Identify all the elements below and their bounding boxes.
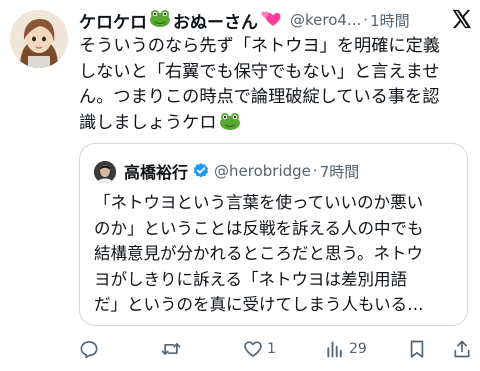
quoted-tweet-text: 「ネトウヨという言葉を使っていいのか悪い のか」ということは反戦を訴える人の中で…: [94, 190, 456, 318]
bookmark-icon: [410, 340, 424, 358]
two-hearts-icon: [260, 8, 282, 32]
like-count: 1: [267, 341, 276, 357]
retweet-icon: [161, 343, 181, 355]
author-display-name-suffix[interactable]: おぬーさん: [173, 8, 258, 33]
quoted-text-line: ヨがしきりに訴える「ネトウヨは差別用語: [94, 269, 408, 289]
tweet-text: そういうのなら先ず「ネトウヨ」を明確に定義 しないと「右翼でも保守でもない」と言…: [79, 34, 474, 139]
avatar-illustration-icon: [10, 10, 68, 68]
quoted-text-line: だ」というのを真に受けてしまう人もいる…: [94, 295, 424, 314]
share-upload-icon: [454, 340, 470, 358]
tweet-text-line: そういうのなら先ず「ネトウヨ」を明確に定義: [79, 36, 440, 56]
quoted-tweet-timestamp[interactable]: 7時間: [320, 161, 360, 182]
bookmark-button[interactable]: [407, 337, 427, 361]
reply-icon: [80, 341, 98, 359]
quoted-text-line: のか」ということは反戦を訴える人の中でも: [94, 218, 424, 238]
tweet-text-line: ん。つまりこの時点で論理破綻している事を認: [79, 87, 440, 107]
author-avatar[interactable]: [10, 10, 68, 68]
quoted-tweet-card[interactable]: 高橋裕行 @herobridge · 7時間 「ネトウヨという言葉を使っていいの…: [79, 143, 468, 326]
tweet-header: ケロケロ おぬーさん @kero4... · 1時間: [79, 6, 474, 34]
quoted-author-display-name[interactable]: 高橋裕行: [124, 159, 188, 183]
share-button[interactable]: [452, 337, 472, 361]
tweet-text-line-content: 識しましょうケロ: [79, 112, 217, 133]
views-chart-icon: [327, 341, 342, 358]
retweet-button[interactable]: [161, 337, 185, 361]
tweet-action-bar: 1 29: [79, 337, 474, 361]
heart-icon: [244, 341, 262, 357]
like-button[interactable]: 1: [243, 337, 276, 361]
quoted-text-line: 結構意見が分かれるところだと思う。ネトウ: [94, 244, 424, 263]
x-logo-icon: [452, 9, 472, 29]
separator-dot: ·: [312, 162, 318, 180]
avatar-photo-icon: [94, 161, 116, 183]
reply-button[interactable]: [79, 337, 103, 361]
views-count: 29: [349, 341, 367, 357]
frog-icon: [219, 111, 241, 140]
author-handle[interactable]: @kero4...: [290, 11, 361, 29]
quoted-tweet-header: 高橋裕行 @herobridge · 7時間: [124, 158, 359, 184]
frog-icon: [149, 8, 171, 32]
author-display-name[interactable]: ケロケロ: [79, 8, 147, 33]
verified-badge-icon: [193, 163, 209, 178]
quoted-author-handle[interactable]: @herobridge: [214, 162, 311, 180]
tweet-timestamp[interactable]: 1時間: [370, 10, 410, 31]
tweet-text-line: しないと「右翼でも保守でもない」と言えませ: [79, 61, 440, 82]
views-button[interactable]: 29: [325, 337, 367, 361]
quoted-author-avatar[interactable]: [94, 161, 116, 183]
tweet-text-line: 識しましょうケロ: [79, 111, 474, 140]
separator-dot: ·: [363, 11, 369, 29]
quoted-text-line: 「ネトウヨという言葉を使っていいのか悪い: [94, 193, 424, 212]
